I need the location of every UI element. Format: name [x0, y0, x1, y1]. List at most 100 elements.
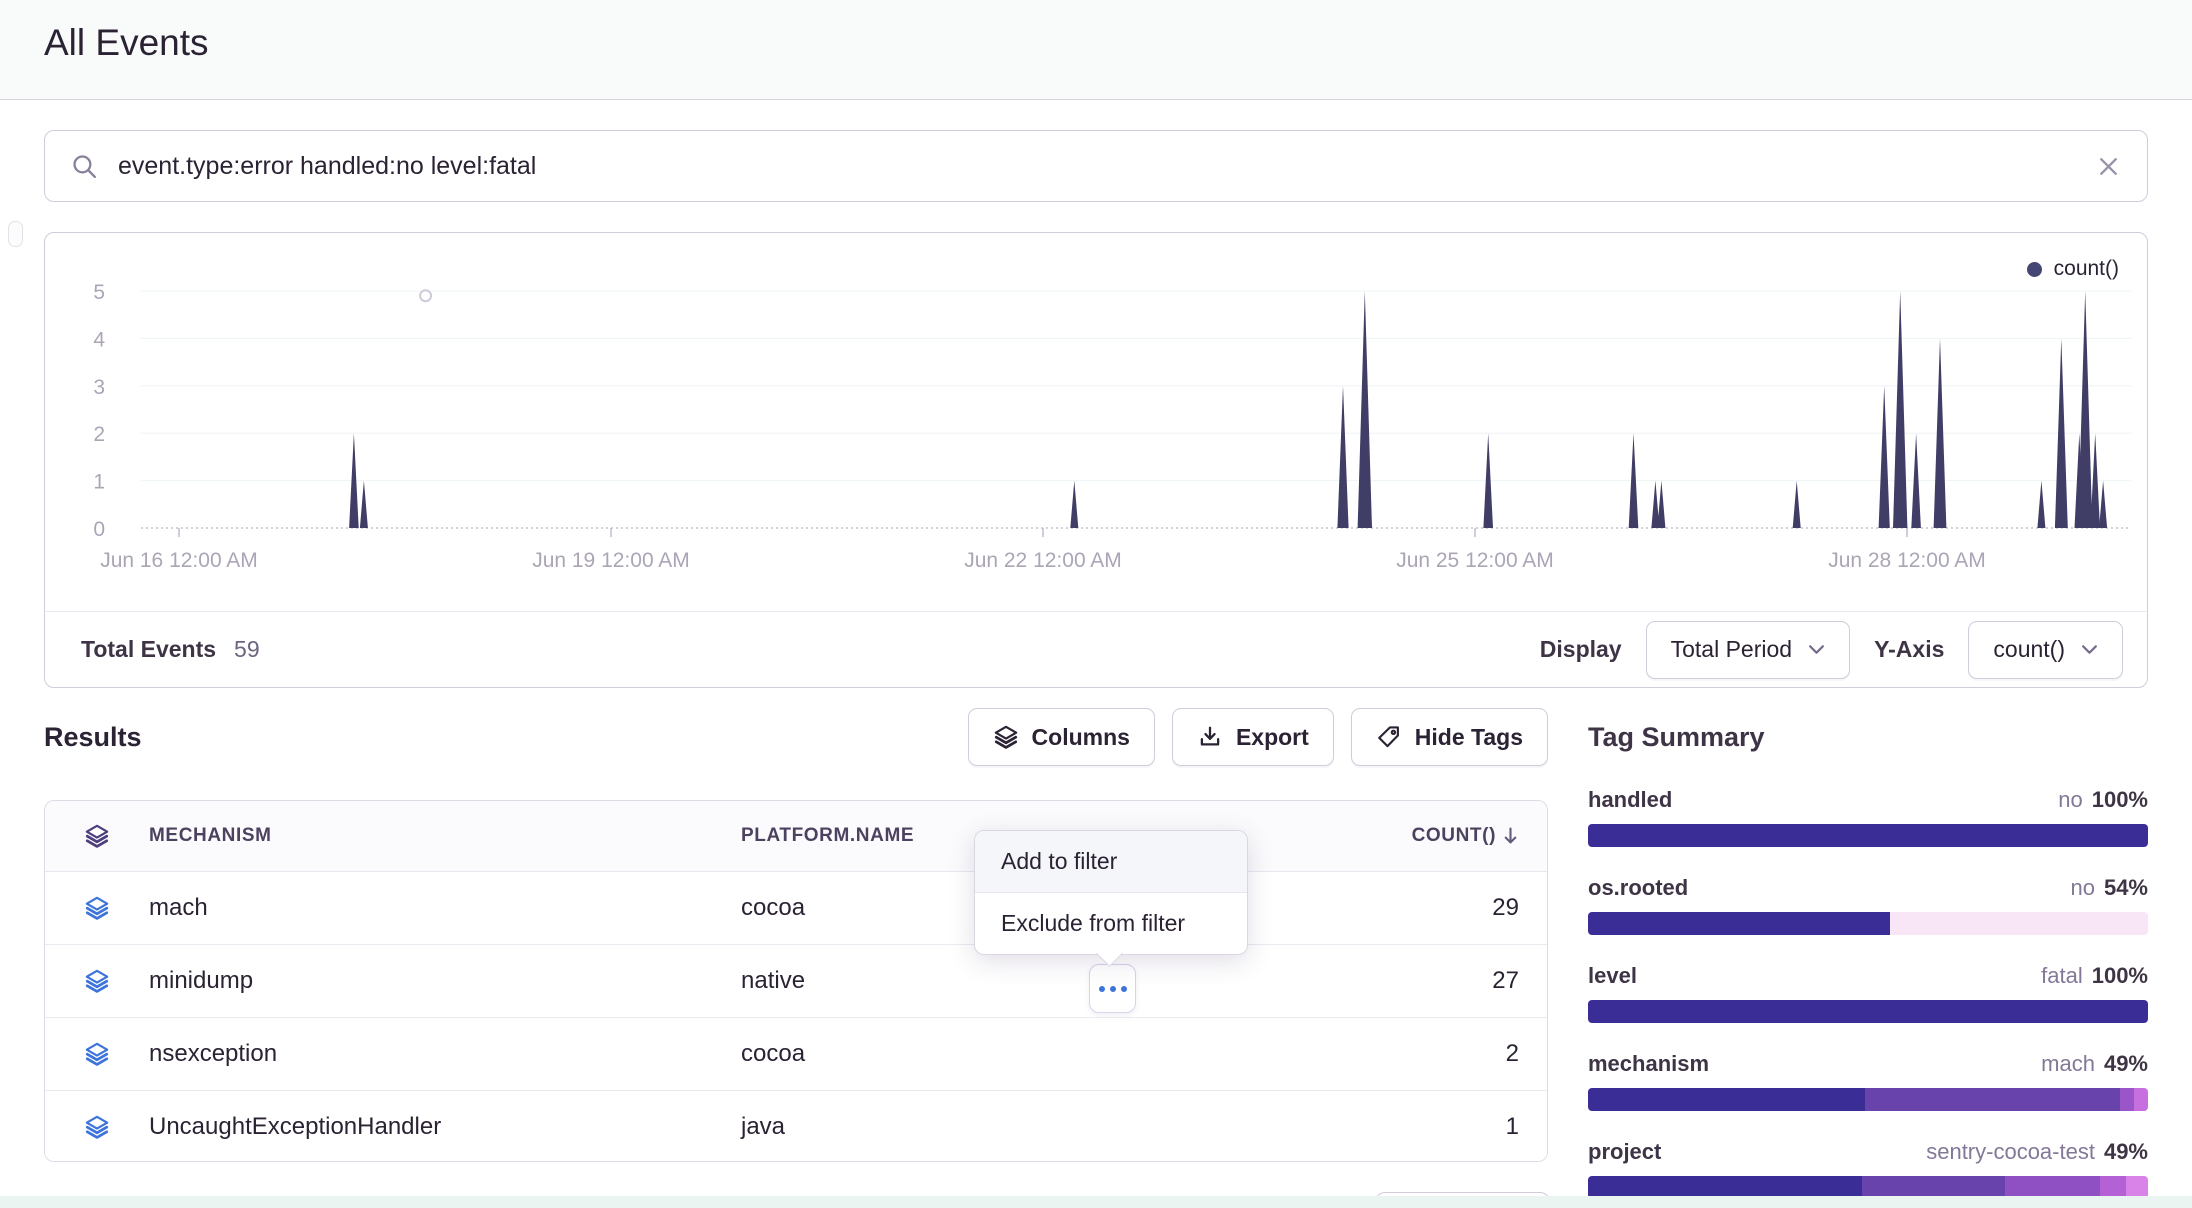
- tag-bar-segment[interactable]: [1588, 824, 2148, 847]
- cell-platform-name[interactable]: java: [741, 1113, 1279, 1141]
- tag-top-value: mach: [2041, 1051, 2095, 1077]
- events-chart-card: count() 012345Jun 16 12:00 AMJun 19 12:0…: [44, 232, 2148, 688]
- event-count-spike[interactable]: [2099, 481, 2107, 528]
- cell-count-wrap[interactable]: 27: [1279, 967, 1547, 995]
- event-count-spike[interactable]: [1337, 386, 1348, 528]
- row-layers-icon[interactable]: [45, 968, 149, 994]
- tag-top-value: no: [2070, 875, 2094, 901]
- tag-distribution-bar[interactable]: [1588, 912, 2148, 935]
- tag-name: mechanism: [1588, 1051, 1709, 1077]
- table-row[interactable]: minidumpnative27: [45, 944, 1547, 1017]
- column-header-count[interactable]: COUNT(): [1279, 825, 1547, 847]
- cell-count-wrap[interactable]: 2: [1279, 1040, 1547, 1068]
- tag-name: level: [1588, 963, 1637, 989]
- table-row[interactable]: machcocoa29: [45, 872, 1547, 944]
- chart-legend[interactable]: count(): [2027, 257, 2119, 281]
- cell-count-wrap[interactable]: 29: [1279, 894, 1547, 922]
- row-layers-icon[interactable]: [45, 895, 149, 921]
- sidebar-collapse-handle[interactable]: [8, 221, 23, 247]
- cell-count: 2: [1506, 1040, 1519, 1068]
- tag-bar-segment[interactable]: [1865, 1088, 2120, 1111]
- chart-point-marker: [420, 290, 431, 301]
- table-row[interactable]: nsexceptioncocoa 2: [45, 1017, 1547, 1090]
- button-label: Hide Tags: [1415, 724, 1523, 751]
- x-axis-tick-label: Jun 19 12:00 AM: [532, 549, 690, 572]
- page-title: All Events: [44, 22, 209, 64]
- search-input[interactable]: event.type:error handled:no level:fatal: [118, 152, 536, 181]
- event-count-spike[interactable]: [2078, 291, 2092, 528]
- cell-mechanism[interactable]: UncaughtExceptionHandler: [149, 1113, 741, 1141]
- tag-top-value: fatal: [2041, 963, 2083, 989]
- row-layers-icon[interactable]: [45, 1114, 149, 1140]
- total-events-label: Total Events: [81, 636, 216, 663]
- y-axis-tick-label: 2: [93, 423, 105, 446]
- tag-bar-segment[interactable]: [1890, 912, 2148, 935]
- tag-entry-mechanism: mechanismmach49%: [1588, 1051, 2148, 1111]
- event-count-spike[interactable]: [1879, 386, 1890, 528]
- event-count-spike[interactable]: [1793, 481, 1801, 528]
- cell-mechanism[interactable]: minidump: [149, 967, 741, 995]
- all-events-page: All Events event.type:error handled:no l…: [0, 0, 2192, 1208]
- tag-entry-level: level fatal 100%: [1588, 963, 2148, 1023]
- event-count-spike[interactable]: [1893, 291, 1907, 528]
- tag-bar-segment[interactable]: [2134, 1088, 2148, 1111]
- search-bar[interactable]: event.type:error handled:no level:fatal: [44, 130, 2148, 202]
- tag-distribution-bar[interactable]: [1588, 1000, 2148, 1023]
- x-axis-tick-label: Jun 28 12:00 AM: [1828, 549, 1986, 572]
- tag-top-percentage: 49%: [2104, 1139, 2148, 1165]
- legend-label: count(): [2054, 257, 2119, 281]
- row-layers-icon[interactable]: [45, 1041, 149, 1067]
- event-count-spike[interactable]: [1657, 481, 1665, 528]
- column-header-label: COUNT(): [1412, 825, 1496, 847]
- tag-entry-os-rooted: os.rootedno54%: [1588, 875, 2148, 935]
- results-title: Results: [44, 722, 142, 753]
- page-header: All Events: [0, 0, 2192, 100]
- button-label: Columns: [1032, 724, 1130, 751]
- menu-item-add-to-filter[interactable]: Add to filter: [975, 831, 1247, 893]
- cell-mechanism[interactable]: mach: [149, 894, 741, 922]
- yaxis-select[interactable]: count(): [1968, 621, 2123, 679]
- chart-footer: Total Events 59 Display Total Period Y-A…: [45, 612, 2147, 687]
- cell-mechanism[interactable]: nsexception: [149, 1040, 741, 1068]
- y-axis-tick-label: 1: [93, 471, 105, 494]
- tag-entry-handled: handledno100%: [1588, 787, 2148, 847]
- tag-distribution-bar[interactable]: [1588, 824, 2148, 847]
- event-count-spike[interactable]: [2037, 481, 2045, 528]
- y-axis-tick-label: 3: [93, 376, 105, 399]
- y-axis-tick-label: 5: [93, 281, 105, 304]
- tag-icon: [1376, 724, 1402, 750]
- table-row[interactable]: UncaughtExceptionHandlerjava 1: [45, 1090, 1547, 1162]
- row-actions-button[interactable]: [1089, 964, 1136, 1013]
- event-count-spike[interactable]: [1358, 291, 1372, 528]
- tag-bar-segment[interactable]: [1588, 912, 1890, 935]
- cell-platform-name[interactable]: cocoa: [741, 1040, 1279, 1068]
- tag-top-value: no: [2058, 787, 2082, 813]
- display-select[interactable]: Total Period: [1646, 621, 1850, 679]
- hide-tags-button[interactable]: Hide Tags: [1351, 708, 1548, 766]
- events-chart[interactable]: 012345Jun 16 12:00 AMJun 19 12:00 AMJun …: [45, 233, 2147, 611]
- cell-count-wrap[interactable]: 1: [1279, 1113, 1547, 1141]
- tag-top-value: sentry-cocoa-test: [1926, 1139, 2095, 1165]
- x-axis-tick-label: Jun 22 12:00 AM: [964, 549, 1122, 572]
- chevron-down-icon: [2081, 644, 2098, 655]
- event-count-spike[interactable]: [360, 481, 368, 528]
- tag-bar-segment[interactable]: [2120, 1088, 2134, 1111]
- table-header-row: MECHANISMPLATFORM.NAMECOUNT(): [45, 801, 1547, 872]
- tag-distribution-bar[interactable]: [1588, 1088, 2148, 1111]
- columns-button[interactable]: Columns: [968, 708, 1155, 766]
- cell-count: 1: [1506, 1113, 1519, 1141]
- column-header-mechanism[interactable]: MECHANISM: [149, 825, 741, 847]
- tag-bar-segment[interactable]: [1588, 1000, 2148, 1023]
- event-count-spike[interactable]: [1070, 481, 1078, 528]
- cell-count: 29: [1492, 894, 1519, 922]
- chevron-down-icon: [1808, 644, 1825, 655]
- cell-platform-name[interactable]: native: [741, 967, 1279, 995]
- tag-bar-segment[interactable]: [1588, 1088, 1865, 1111]
- export-button[interactable]: Export: [1172, 708, 1334, 766]
- total-events-value: 59: [234, 636, 260, 663]
- tag-top-percentage: 100%: [2092, 963, 2148, 989]
- clear-search-icon[interactable]: [2096, 154, 2121, 179]
- table-header-layers-icon: [45, 823, 149, 849]
- tag-name: project: [1588, 1139, 1661, 1165]
- legend-dot-icon: [2027, 262, 2042, 277]
